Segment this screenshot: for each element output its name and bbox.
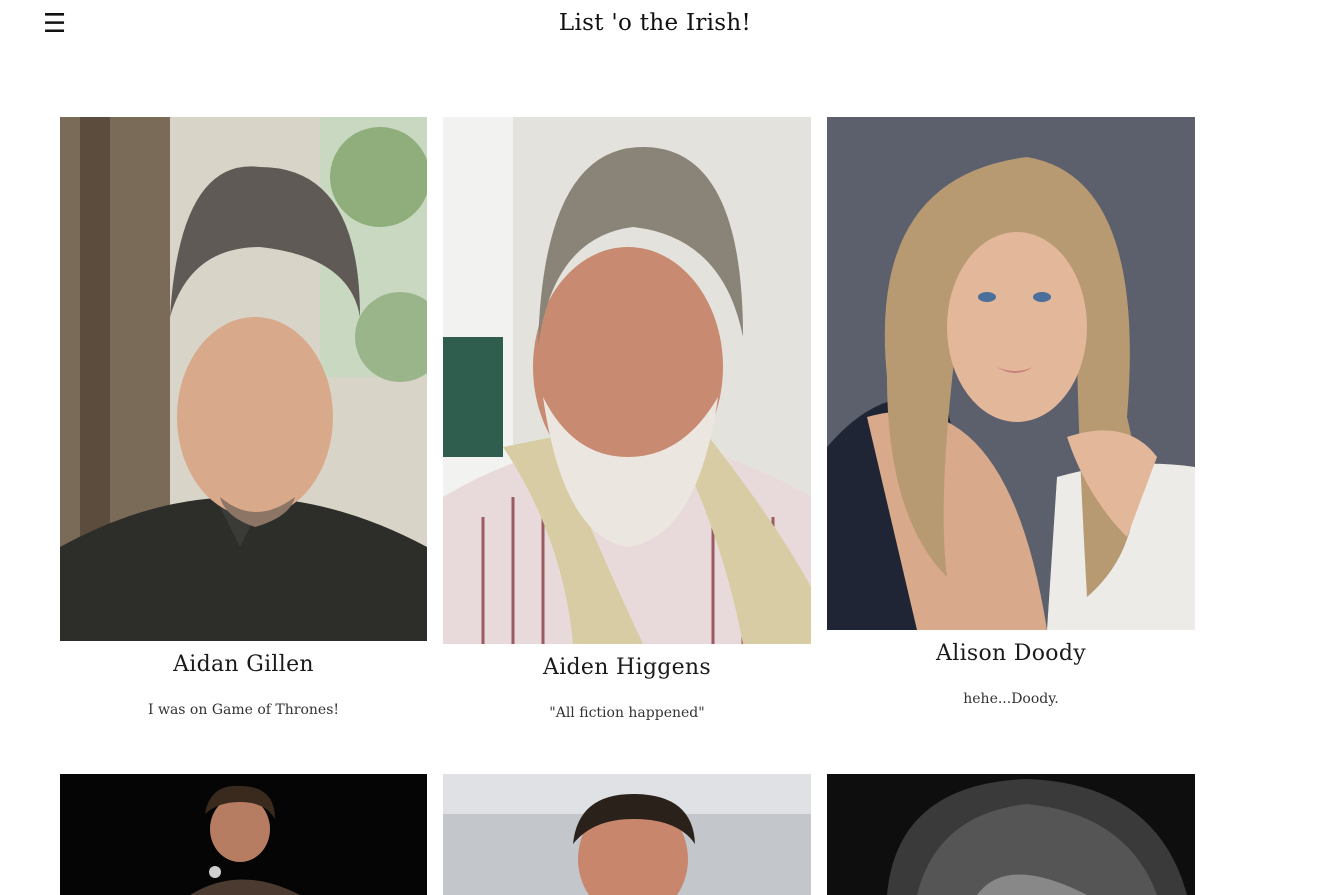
person-photo[interactable] bbox=[60, 774, 427, 895]
person-photo[interactable] bbox=[443, 774, 811, 895]
page-title: List 'o the Irish! bbox=[558, 10, 752, 36]
person-photo[interactable] bbox=[443, 117, 811, 644]
person-caption: I was on Game of Thrones! bbox=[147, 702, 340, 718]
person-caption: hehe...Doody. bbox=[963, 691, 1059, 707]
person-photo[interactable] bbox=[60, 117, 427, 641]
person-name[interactable]: Aiden Higgens bbox=[443, 655, 811, 680]
person-caption: "All fiction happened" bbox=[549, 705, 705, 721]
person-name[interactable]: Aidan Gillen bbox=[60, 652, 427, 677]
person-photo[interactable] bbox=[827, 117, 1195, 630]
person-photo[interactable] bbox=[827, 774, 1195, 895]
person-name[interactable]: Alison Doody bbox=[827, 641, 1195, 666]
site-header: ☰ List 'o the Irish! bbox=[0, 0, 1335, 60]
